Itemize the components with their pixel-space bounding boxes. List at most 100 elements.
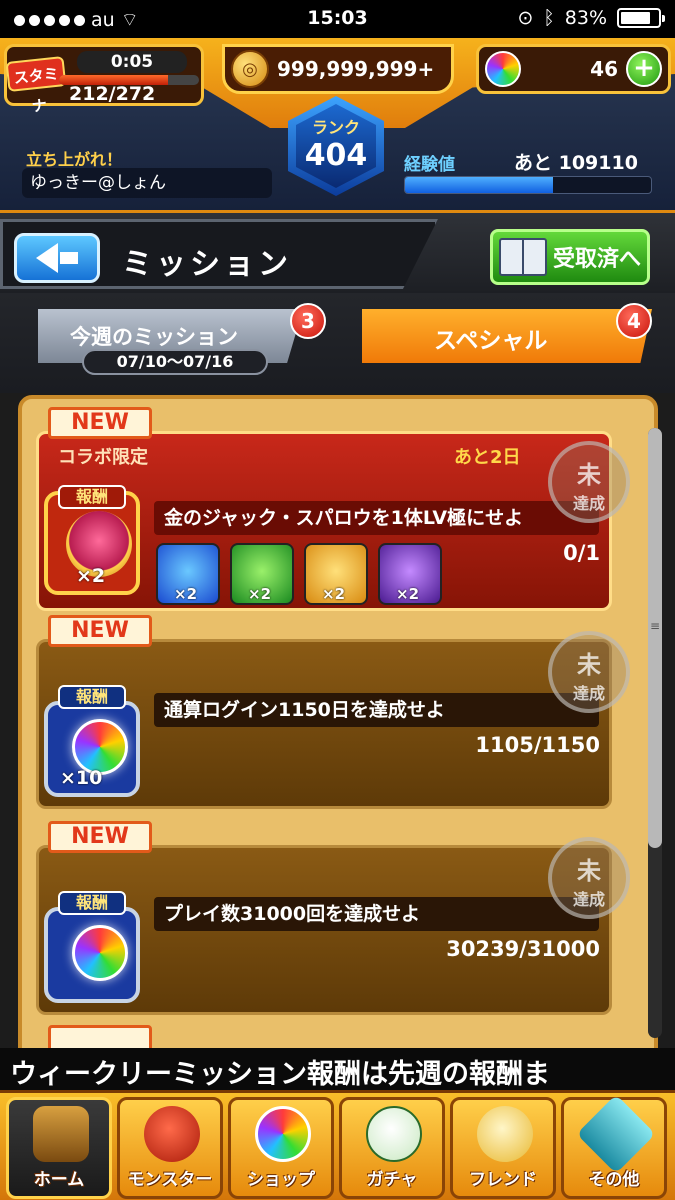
orb-count: 46 <box>590 57 618 81</box>
tab-weekly-dates: 07/10〜07/16 <box>82 349 268 375</box>
battery-icon <box>617 8 665 28</box>
reward-label: 報酬 <box>58 685 126 709</box>
stamp-text: 未 <box>577 857 601 885</box>
mission-card[interactable]: NEW ×10 報酬 通算ログイン1150日を達成せよ 1105/1150 未 … <box>36 615 630 815</box>
page-title: ミッション <box>122 247 292 282</box>
book-icon <box>499 238 547 276</box>
exp-bar-fill <box>405 177 553 193</box>
orb-panel[interactable]: 46 + <box>476 44 671 94</box>
bottom-nav: ホーム モンスター ショップ ガチャ フレンド その他 <box>0 1090 675 1200</box>
reward-label: 報酬 <box>58 891 126 915</box>
mission-title: 金のジャック・スパロウを1体LV極にせよ <box>154 501 599 535</box>
exp-bar <box>404 176 652 194</box>
mission-title: 通算ログイン1150日を達成せよ <box>154 693 599 727</box>
not-achieved-stamp: 未 達成 <box>548 837 630 919</box>
collab-label: コラボ限定 <box>58 447 148 468</box>
other-icon <box>576 1094 656 1174</box>
reward-monster-water-icon: ×2 <box>156 543 220 605</box>
rotation-lock-icon: ⊙ <box>517 7 534 29</box>
coin-count: 999,999,999+ <box>277 57 435 81</box>
nav-shop[interactable]: ショップ <box>228 1097 334 1199</box>
bluetooth-icon: ᛒ <box>543 7 555 29</box>
rank-value: 404 <box>304 138 368 173</box>
player-header: スタミナ 0:05 212/272 ◎ 999,999,999+ 46 + ラン… <box>0 38 675 213</box>
mission-progress: 30239/31000 <box>446 937 600 961</box>
received-label: 受取済へ <box>553 247 642 272</box>
nav-home[interactable]: ホーム <box>6 1097 112 1199</box>
mission-list[interactable]: NEW コラボ限定 あと2日 ×2 報酬 金のジャック・スパロウを1体LV極にせ… <box>0 393 675 1048</box>
egg-icon <box>366 1106 422 1162</box>
tab-weekly-badge: 3 <box>290 303 326 339</box>
exp-label: 経験値 <box>404 155 455 175</box>
status-bar: au ⌔ 15:03 ⊙ ᛒ 83% <box>0 0 675 38</box>
status-right: ⊙ ᛒ 83% <box>517 7 665 29</box>
reward-multiplier: ×2 <box>174 585 198 603</box>
reward-multiplier: ×2 <box>396 585 420 603</box>
days-left: あと2日 <box>454 447 521 468</box>
stamp-text: 達成 <box>572 684 605 703</box>
scroll-grip-icon: ≡ <box>650 619 661 633</box>
reward-label: 報酬 <box>58 485 126 509</box>
stamina-timer: 0:05 <box>77 51 187 73</box>
mission-progress: 0/1 <box>563 541 600 565</box>
stamp-text: 達成 <box>572 494 605 513</box>
reward-monster-light-icon: ×2 <box>304 543 368 605</box>
back-arrow-icon <box>36 243 58 273</box>
reward-multiplier: ×2 <box>76 565 106 587</box>
stamina-label: スタミナ <box>5 56 67 116</box>
nav-label: フレンド <box>469 1170 537 1190</box>
mission-card[interactable]: NEW コラボ限定 あと2日 ×2 報酬 金のジャック・スパロウを1体LV極にせ… <box>36 407 630 617</box>
reward-multiplier: ×10 <box>60 767 103 789</box>
new-tag: NEW <box>48 821 152 853</box>
exp-remaining: あと 109110 <box>514 152 638 174</box>
nav-other[interactable]: その他 <box>561 1094 667 1199</box>
new-tag: NEW <box>48 615 152 647</box>
stamp-text: 未 <box>577 461 601 489</box>
nav-friend[interactable]: フレンド <box>450 1097 556 1199</box>
mission-card[interactable] <box>36 1025 612 1048</box>
reward-orb-icon <box>72 925 128 981</box>
stamina-count: 212/272 <box>69 83 156 105</box>
news-ticker: ウィークリーミッション報酬は先週の報酬ま <box>0 1048 675 1090</box>
back-button[interactable] <box>14 233 100 283</box>
back-arrow-shaft <box>60 252 78 264</box>
not-achieved-stamp: 未 達成 <box>548 631 630 713</box>
stamp-text: 未 <box>577 651 601 679</box>
stamp-text: 達成 <box>572 890 605 909</box>
reward-multiplier: ×2 <box>322 585 346 603</box>
orb-icon <box>485 51 521 87</box>
reward-frame <box>44 907 140 1003</box>
new-tag: NEW <box>48 407 152 439</box>
reward-multiplier: ×2 <box>248 585 272 603</box>
player-motto: 立ち上がれ！ <box>26 150 123 169</box>
nav-monster[interactable]: モンスター <box>117 1097 223 1199</box>
orb-icon <box>255 1106 311 1162</box>
tab-special-badge: 4 <box>616 303 652 339</box>
ticker-text: ウィークリーミッション報酬は先週の報酬ま <box>10 1059 550 1090</box>
reward-monster-wood-icon: ×2 <box>230 543 294 605</box>
nav-label: ショップ <box>247 1170 315 1190</box>
stamina-panel[interactable]: スタミナ 0:05 212/272 <box>4 44 204 116</box>
title-bar: ミッション 受取済へ <box>0 213 675 293</box>
coin-panel: ◎ 999,999,999+ <box>222 44 454 94</box>
tab-special-label[interactable]: スペシャル <box>434 321 547 355</box>
battery-percent: 83% <box>564 7 607 29</box>
mission-progress: 1105/1150 <box>475 733 600 757</box>
nav-label: モンスター <box>127 1170 213 1190</box>
mission-card[interactable]: NEW 報酬 プレイ数31000回を達成せよ 30239/31000 未 達成 <box>36 821 630 1021</box>
nav-gacha[interactable]: ガチャ <box>339 1097 445 1199</box>
mission-tabs: 今週のミッション 07/10〜07/16 3 スペシャル 4 <box>0 293 675 393</box>
nav-label: ガチャ <box>366 1170 418 1190</box>
username: ゆっきー@しょん <box>22 168 272 198</box>
reward-frame: ×10 <box>44 701 140 797</box>
monster-icon <box>144 1106 200 1162</box>
received-button[interactable]: 受取済へ <box>490 229 650 285</box>
add-orb-button[interactable]: + <box>626 51 662 87</box>
mission-title: プレイ数31000回を達成せよ <box>154 897 599 931</box>
home-icon <box>33 1106 89 1162</box>
coin-icon: ◎ <box>231 50 269 88</box>
not-achieved-stamp: 未 達成 <box>548 441 630 523</box>
friends-icon <box>477 1106 533 1162</box>
new-tag <box>48 1025 152 1048</box>
tab-weekly-label[interactable]: 今週のミッション <box>70 321 238 351</box>
